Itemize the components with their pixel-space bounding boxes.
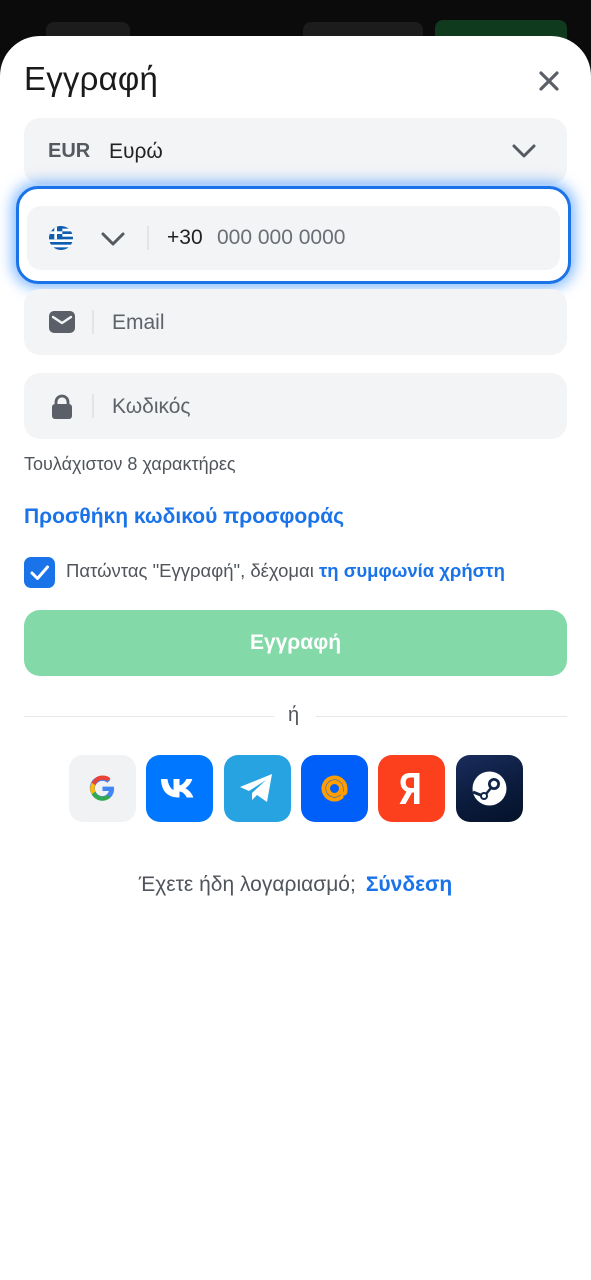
lock-icon [48, 394, 76, 419]
or-separator: ή [288, 704, 300, 726]
phone-field[interactable]: +30 000 000 0000 [27, 206, 560, 270]
chevron-down-icon [510, 138, 538, 169]
phone-field-focus-ring: +30 000 000 0000 [16, 186, 571, 284]
agreement-checkbox[interactable] [24, 557, 55, 588]
add-promo-code-link[interactable]: Προσθήκη κωδικού προσφοράς [24, 505, 344, 529]
have-account-text: Έχετε ήδη λογαριασμό; [138, 873, 356, 896]
password-placeholder: Κωδικός [112, 395, 191, 418]
login-link[interactable]: Σύνδεση [366, 873, 452, 896]
currency-select[interactable]: EUR Ευρώ [24, 118, 567, 184]
password-hint: Τουλάχιστον 8 χαρακτήρες [24, 454, 236, 474]
phone-placeholder[interactable]: 000 000 0000 [217, 226, 345, 250]
envelope-icon [48, 310, 76, 334]
telegram-icon [240, 774, 272, 802]
currency-name: Ευρώ [109, 140, 163, 163]
google-icon [89, 775, 115, 801]
password-field[interactable]: Κωδικός [24, 373, 567, 439]
mail-at-icon [321, 775, 348, 802]
checkmark-icon [30, 565, 49, 580]
divider-left [24, 716, 274, 717]
divider [92, 394, 94, 418]
vk-login-button[interactable] [146, 755, 213, 822]
divider [92, 310, 94, 334]
email-field[interactable]: Email [24, 289, 567, 355]
currency-code: EUR [48, 140, 91, 162]
agreement-label: Πατώντας "Εγγραφή", δέχομαι [66, 560, 314, 581]
divider-right [316, 716, 567, 717]
login-prompt: Έχετε ήδη λογαριασμό; Σύνδεση [0, 873, 591, 897]
country-chevron-down-icon[interactable] [99, 226, 127, 257]
page-title: Εγγραφή [24, 60, 159, 97]
divider [147, 226, 149, 250]
yandex-login-button[interactable] [378, 755, 445, 822]
register-button[interactable]: Εγγραφή [24, 610, 567, 676]
registration-sheet: Εγγραφή EUR Ευρώ +30 000 000 0000 Email … [0, 36, 591, 1280]
email-placeholder: Email [112, 311, 165, 334]
mailru-login-button[interactable] [301, 755, 368, 822]
greece-flag-icon[interactable] [49, 226, 73, 250]
google-login-button[interactable] [69, 755, 136, 822]
agreement-text: Πατώντας "Εγγραφή", δέχομαι τη συμφωνία … [66, 560, 505, 582]
yandex-icon [399, 773, 420, 804]
close-icon[interactable] [534, 66, 564, 96]
steam-login-button[interactable] [456, 755, 523, 822]
steam-icon [472, 771, 507, 806]
phone-prefix: +30 [167, 226, 203, 249]
user-agreement-link[interactable]: τη συμφωνία χρήστη [319, 560, 505, 581]
vk-icon [161, 779, 194, 798]
telegram-login-button[interactable] [224, 755, 291, 822]
